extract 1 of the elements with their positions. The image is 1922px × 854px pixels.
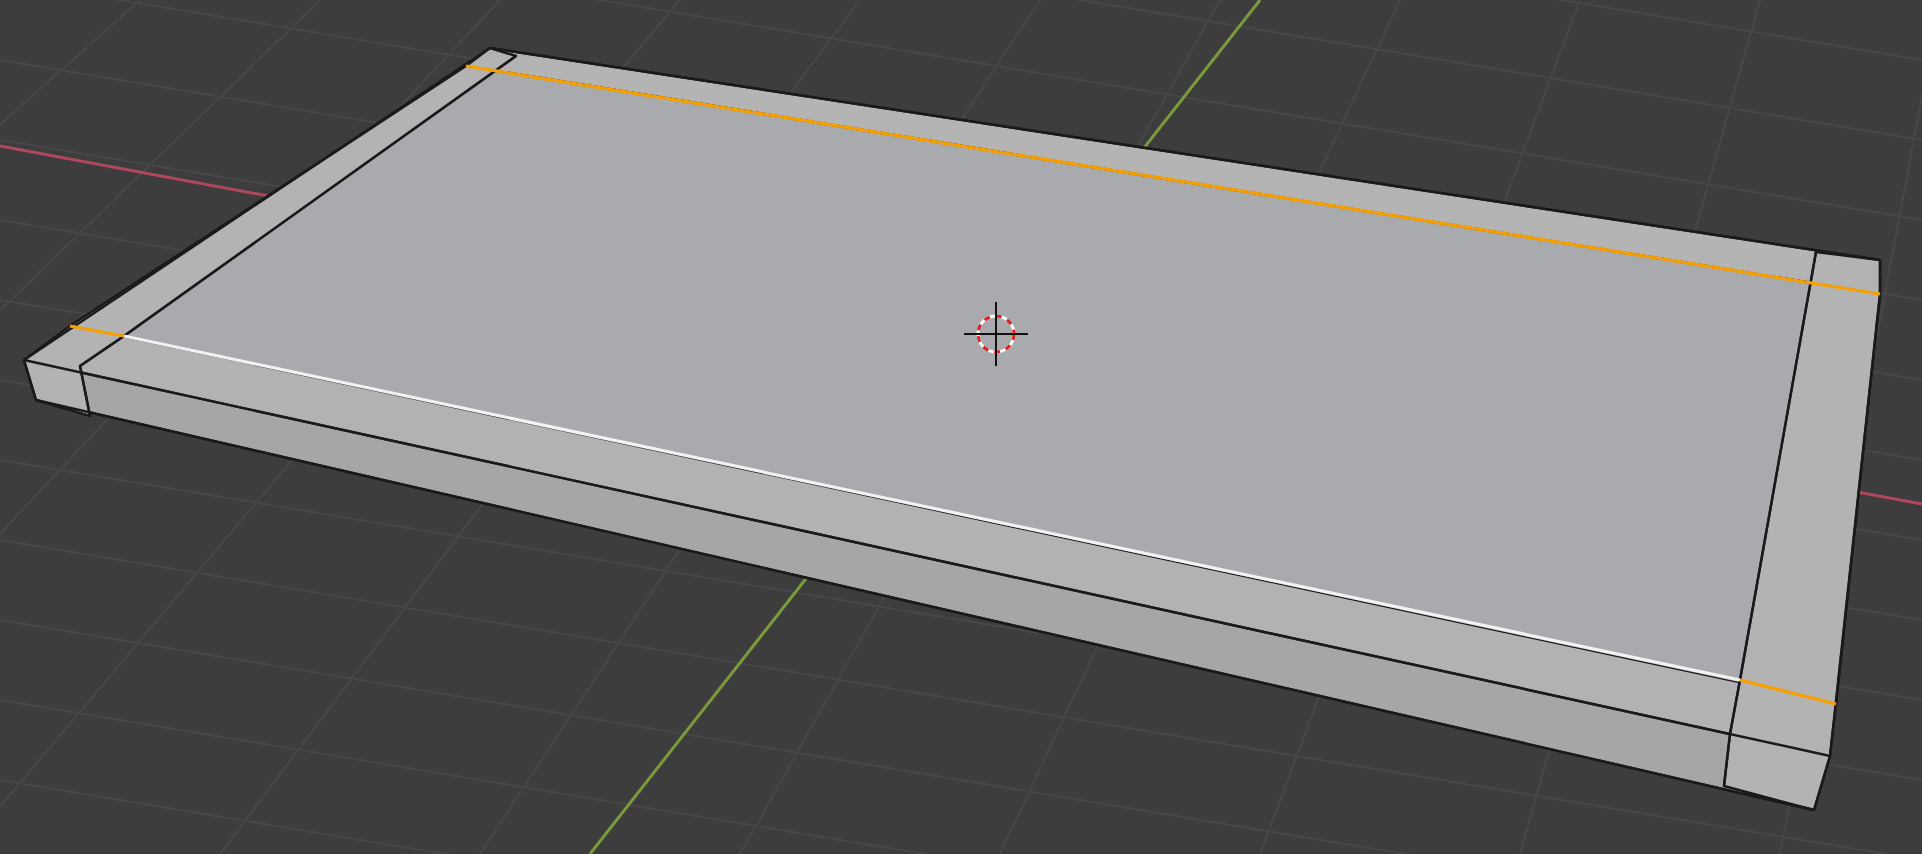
cursor-icon — [963, 301, 1029, 367]
